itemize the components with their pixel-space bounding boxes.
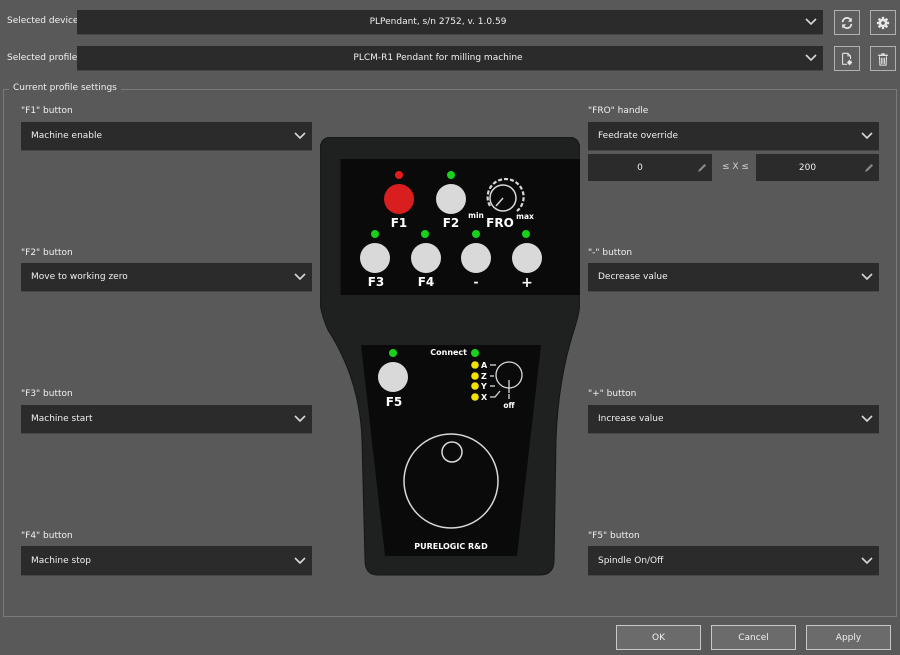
f3-button-label: "F3" button xyxy=(21,389,73,399)
settings-button[interactable] xyxy=(870,10,896,35)
pendant-illustration: F1 F2 min FRO max F3 F4 - + F5 Connect A… xyxy=(320,137,580,576)
profile-select[interactable]: PLCM-R1 Pendant for milling machine xyxy=(77,46,823,71)
f2-pendant-label: F2 xyxy=(443,216,460,230)
f4-pendant-label: F4 xyxy=(418,275,435,289)
f3-action-value: Machine start xyxy=(31,414,93,424)
minus-action-select[interactable]: Decrease value xyxy=(588,263,879,292)
minus-action-value: Decrease value xyxy=(598,272,668,282)
f5-action-select[interactable]: Spindle On/Off xyxy=(588,546,879,576)
minus-pendant-label: - xyxy=(474,275,479,289)
delete-profile-button[interactable] xyxy=(870,46,896,71)
minus-pendant-button xyxy=(461,243,491,273)
f2-led xyxy=(447,171,455,179)
device-select[interactable]: PLPendant, s/n 2752, v. 1.0.59 xyxy=(77,10,823,35)
axis-z-label: Z xyxy=(481,372,487,381)
plus-button-label: "+" button xyxy=(588,389,637,399)
cancel-button[interactable]: Cancel xyxy=(711,625,796,650)
f4-led xyxy=(421,230,429,238)
fro-max-value: 200 xyxy=(798,162,817,173)
f3-led xyxy=(371,230,379,238)
fro-min-value: 0 xyxy=(637,162,643,173)
fro-max-text: max xyxy=(516,212,534,221)
f1-action-value: Machine enable xyxy=(31,131,103,141)
fro-min-input[interactable]: 0 xyxy=(588,154,712,181)
chevron-down-icon xyxy=(799,46,823,70)
f3-pendant-label: F3 xyxy=(368,275,385,289)
f2-action-value: Move to working zero xyxy=(31,272,128,282)
f5-action-value: Spindle On/Off xyxy=(598,555,664,566)
plus-action-value: Increase value xyxy=(598,414,664,424)
chevron-down-icon xyxy=(288,263,312,291)
fro-action-value: Feedrate override xyxy=(598,131,678,141)
plus-pendant-button xyxy=(512,243,542,273)
plus-action-select[interactable]: Increase value xyxy=(588,405,879,434)
f4-button-label: "F4" button xyxy=(21,531,73,541)
f2-action-select[interactable]: Move to working zero xyxy=(21,263,312,292)
f1-pendant-label: F1 xyxy=(391,216,408,230)
axis-a-led xyxy=(471,361,479,369)
connect-label: Connect xyxy=(430,348,467,357)
f1-pendant-button xyxy=(384,184,414,214)
axis-y-label: Y xyxy=(480,382,487,391)
selected-device-label: Selected device xyxy=(7,16,79,26)
trash-icon xyxy=(878,52,888,66)
fro-handle-label: "FRO" handle xyxy=(588,106,649,116)
device-select-value: PLPendant, s/n 2752, v. 1.0.59 xyxy=(369,17,507,27)
axis-y-led xyxy=(471,382,479,390)
minus-button-label: "-" button xyxy=(588,248,633,258)
chevron-down-icon xyxy=(855,122,879,150)
f3-pendant-button xyxy=(360,243,390,273)
f1-action-select[interactable]: Machine enable xyxy=(21,122,312,151)
axis-a-label: A xyxy=(481,361,488,370)
f4-pendant-button xyxy=(411,243,441,273)
new-file-icon xyxy=(842,52,853,65)
f2-button-label: "F2" button xyxy=(21,248,73,258)
minus-led xyxy=(472,230,480,238)
chevron-down-icon xyxy=(855,546,879,575)
axis-z-led xyxy=(471,372,479,380)
range-symbol: ≤ X ≤ xyxy=(722,162,749,172)
axis-x-led xyxy=(471,393,479,401)
f5-pendant-button xyxy=(378,362,408,392)
plus-led xyxy=(522,230,530,238)
ok-button[interactable]: OK xyxy=(616,625,701,650)
axis-off-label: off xyxy=(503,401,515,410)
axis-x-label: X xyxy=(481,393,488,402)
f1-button-label: "F1" button xyxy=(21,106,73,116)
apply-button[interactable]: Apply xyxy=(806,625,891,650)
f5-led xyxy=(389,349,397,357)
chevron-down-icon xyxy=(288,546,312,575)
chevron-down-icon xyxy=(288,122,312,150)
pencil-icon xyxy=(692,163,712,173)
fro-pendant-label: FRO xyxy=(486,216,514,230)
f2-pendant-button xyxy=(436,184,466,214)
pencil-icon xyxy=(859,163,879,173)
group-title: Current profile settings xyxy=(9,83,121,93)
chevron-down-icon xyxy=(855,405,879,433)
new-profile-button[interactable] xyxy=(834,46,860,71)
f4-action-value: Machine stop xyxy=(31,555,91,566)
chevron-down-icon xyxy=(855,263,879,291)
refresh-button[interactable] xyxy=(834,10,860,35)
fro-max-input[interactable]: 200 xyxy=(756,154,879,181)
fro-action-select[interactable]: Feedrate override xyxy=(588,122,879,151)
f3-action-select[interactable]: Machine start xyxy=(21,405,312,434)
profile-select-value: PLCM-R1 Pendant for milling machine xyxy=(353,53,523,63)
brand-label: PURELOGIC R&D xyxy=(414,542,488,551)
chevron-down-icon xyxy=(288,405,312,433)
fro-min-text: min xyxy=(468,211,484,220)
plus-pendant-label: + xyxy=(521,275,533,291)
gear-icon xyxy=(876,16,890,29)
f5-pendant-label: F5 xyxy=(386,395,403,409)
chevron-down-icon xyxy=(799,10,823,34)
f1-led xyxy=(395,171,403,179)
f5-button-label: "F5" button xyxy=(588,531,640,541)
refresh-icon xyxy=(841,16,853,29)
selected-profile-label: Selected profile xyxy=(7,53,78,63)
f4-action-select[interactable]: Machine stop xyxy=(21,546,312,576)
connect-led xyxy=(471,349,479,357)
